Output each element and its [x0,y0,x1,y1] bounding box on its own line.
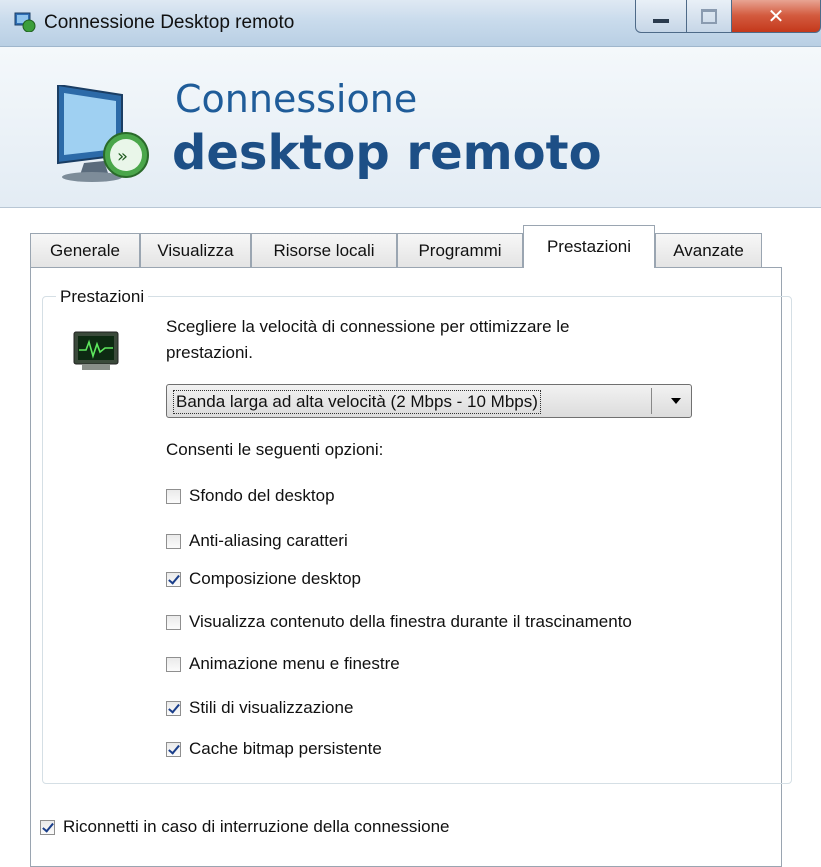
checkbox[interactable] [166,488,181,504]
select-separator [651,388,652,414]
checkbox[interactable] [166,571,181,587]
option-label: Anti-aliasing caratteri [189,531,348,550]
chevron-down-icon [671,398,681,404]
connection-speed-value: Banda larga ad alta velocità (2 Mbps - 1… [173,390,541,414]
option-label: Sfondo del desktop [189,486,335,505]
checkbox[interactable] [166,614,181,630]
maximize-icon [701,8,717,24]
option-label: Composizione desktop [189,569,361,588]
tab-risorse-locali[interactable]: Risorse locali [251,233,397,267]
option-label: Cache bitmap persistente [189,739,382,758]
option-menu-animation[interactable]: Animazione menu e finestre [166,652,400,676]
performance-group-label: Prestazioni [56,287,149,307]
option-label: Animazione menu e finestre [189,654,400,673]
tab-prestazioni[interactable]: Prestazioni [523,225,655,268]
checkbox[interactable] [166,741,181,757]
option-desktop-composition[interactable]: Composizione desktop [166,567,361,591]
option-label: Visualizza contenuto della finestra dura… [189,612,632,631]
option-show-window-contents[interactable]: Visualizza contenuto della finestra dura… [166,610,632,634]
minimize-icon [653,19,669,23]
title-bar[interactable]: Connessione Desktop remoto ✕ [0,0,821,47]
tab-generale[interactable]: Generale [30,233,140,267]
banner-title-line1: Connessione [175,77,418,121]
performance-monitor-icon [73,331,119,370]
performance-group [42,296,792,784]
option-desktop-background[interactable]: Sfondo del desktop [166,484,335,508]
speed-description-line2: prestazioni. [166,343,253,362]
checkbox[interactable] [166,533,181,549]
maximize-button[interactable] [687,0,732,33]
connection-speed-select[interactable]: Banda larga ad alta velocità (2 Mbps - 1… [166,384,692,418]
tab-programmi[interactable]: Programmi [397,233,523,267]
checkbox[interactable] [40,819,55,835]
option-font-smoothing[interactable]: Anti-aliasing caratteri [166,529,348,553]
close-button[interactable]: ✕ [732,0,821,33]
remote-desktop-app-icon [14,12,36,32]
option-reconnect[interactable]: Riconnetti in caso di interruzione della… [40,815,450,839]
option-visual-styles[interactable]: Stili di visualizzazione [166,696,353,720]
minimize-button[interactable] [635,0,687,33]
window-title: Connessione Desktop remoto [44,12,295,33]
option-label: Stili di visualizzazione [189,698,354,717]
banner: » Connessione desktop remoto [0,47,821,208]
option-label: Riconnetti in caso di interruzione della… [63,817,450,836]
close-icon: ✕ [767,4,785,28]
speed-description-line1: Scegliere la velocità di connessione per… [166,317,570,336]
tab-visualizza[interactable]: Visualizza [140,233,251,267]
option-bitmap-cache[interactable]: Cache bitmap persistente [166,737,382,761]
checkbox[interactable] [166,700,181,716]
speed-description: Scegliere la velocità di connessione per… [166,314,726,366]
svg-text:»: » [117,146,128,167]
options-heading: Consenti le seguenti opzioni: [166,440,384,459]
banner-title-line2: desktop remoto [172,125,602,181]
tab-avanzate[interactable]: Avanzate [655,233,762,267]
checkbox[interactable] [166,656,181,672]
remote-desktop-icon: » [57,85,149,182]
